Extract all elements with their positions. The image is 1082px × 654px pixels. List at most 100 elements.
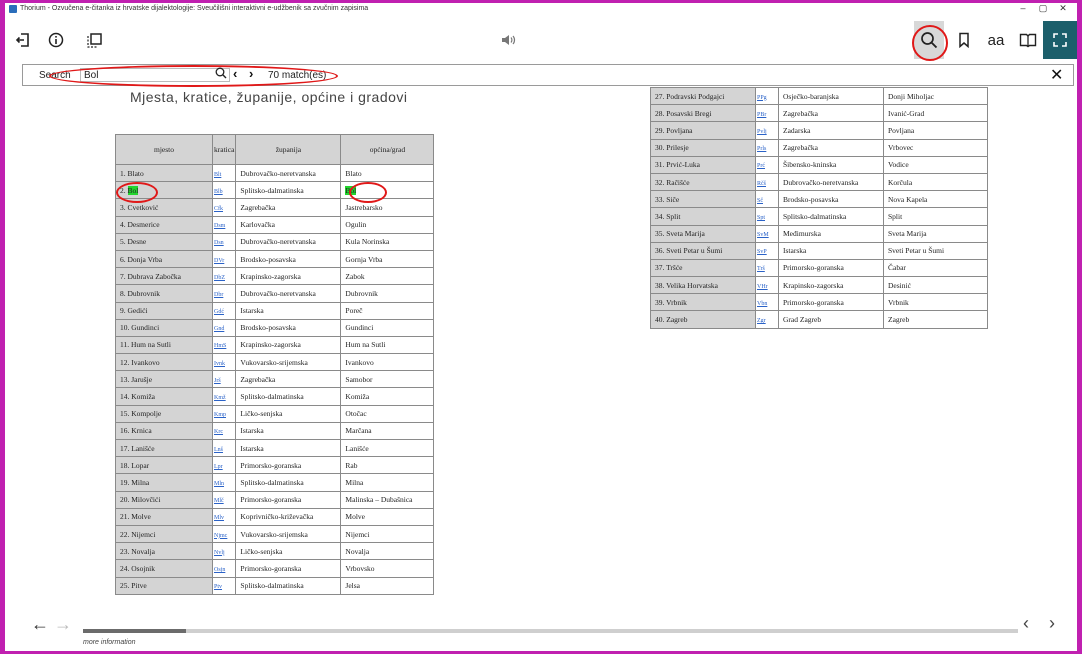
- abbreviation-link[interactable]: Jrš: [214, 378, 221, 384]
- place-cell: 34. Split: [650, 207, 756, 226]
- table-of-contents-button[interactable]: [80, 21, 110, 59]
- column-header: županija: [235, 134, 342, 165]
- county: Dubrovačko-neretvanska: [240, 168, 316, 178]
- table-row: 32. Račišće Rčš Dubrovačko-neretvanska Korč…: [650, 172, 988, 192]
- next-page-button[interactable]: ›: [1049, 613, 1055, 634]
- abbreviation-link[interactable]: SvP: [757, 249, 767, 255]
- abbreviation-link[interactable]: Njmc: [214, 533, 227, 539]
- municipality-cell: Vrbnik: [883, 293, 988, 312]
- maximize-button[interactable]: ▢: [1033, 3, 1053, 14]
- county: Primorsko-goranska: [783, 297, 844, 307]
- county: Grad Zagreb: [783, 315, 822, 325]
- table-row: 33. Siče Sč Brodsko-posavska Nova Kapela: [650, 190, 988, 209]
- municipality-cell: Novalja: [340, 542, 435, 561]
- abbreviation-link[interactable]: Blb: [214, 189, 223, 195]
- county: Istarska: [240, 306, 264, 316]
- abbreviation-link[interactable]: Kmž: [214, 395, 226, 401]
- text-settings-button[interactable]: aa: [981, 21, 1011, 59]
- reading-mode-button[interactable]: [1013, 21, 1043, 59]
- abbreviation-link[interactable]: Blt: [214, 172, 221, 178]
- abbreviation-link[interactable]: PPg: [757, 95, 767, 101]
- abbreviation-link[interactable]: Krc: [214, 429, 223, 435]
- abbreviation-link[interactable]: Nvlj: [214, 550, 225, 556]
- history-back-button[interactable]: ←: [31, 614, 49, 635]
- abbreviation-link[interactable]: Rčš: [757, 181, 766, 187]
- more-information-link[interactable]: more information: [83, 639, 136, 646]
- bookmark-button[interactable]: [949, 21, 979, 59]
- previous-page-button[interactable]: ‹: [1023, 613, 1029, 634]
- place-name: 19. Milna: [120, 477, 150, 487]
- reading-progress-bar[interactable]: [83, 629, 1018, 633]
- county: Vukovarsko-srijemska: [240, 357, 308, 367]
- municipality-cell: Samobor: [340, 370, 435, 389]
- abbreviation-link[interactable]: Kmp: [214, 412, 226, 418]
- municipality: Donji Miholjac: [888, 91, 935, 101]
- place-cell: 20. Milovčići: [115, 490, 213, 509]
- abbreviation-link[interactable]: Dsn: [214, 240, 224, 246]
- abbreviation-cell: Mln: [211, 473, 237, 492]
- county: Splitsko-dalmatinska: [240, 581, 304, 591]
- abbreviation-link[interactable]: VHr: [757, 284, 768, 290]
- abbreviation-link[interactable]: Gdć: [214, 309, 224, 315]
- abbreviation-link[interactable]: Trš: [757, 266, 765, 272]
- abbreviation-link[interactable]: SvM: [757, 232, 769, 238]
- table-row: 29. Povljana Pvlj Zadarska Povljana: [650, 121, 988, 140]
- abbreviation-link[interactable]: Osjn: [214, 567, 225, 573]
- column-header: mjesto: [115, 134, 213, 165]
- place-name: 22. Nijemci: [120, 529, 156, 539]
- municipality: Vrbovsko: [345, 563, 375, 573]
- municipality-cell: Ogulin: [340, 215, 435, 234]
- abbreviation-link[interactable]: Pvlj: [757, 129, 767, 135]
- abbreviation-link[interactable]: Gnd: [214, 326, 224, 332]
- abbreviation-link[interactable]: PBr: [757, 112, 766, 118]
- fullscreen-button[interactable]: [1043, 21, 1077, 59]
- abbreviation-link[interactable]: Mlv: [214, 515, 224, 521]
- place-cell: 24. Osojnik: [115, 559, 213, 578]
- abbreviation-link[interactable]: Ivnk: [214, 361, 225, 367]
- county-cell: Primorsko-goranska: [235, 559, 342, 578]
- municipality: Samobor: [345, 374, 373, 384]
- table-row: 12. Ivankovo Ivnk Vukovarsko-srijemska Ivan…: [115, 353, 435, 372]
- municipality-cell: Hum na Sutli: [340, 335, 435, 355]
- place-name: 35. Sveta Marija: [655, 229, 705, 239]
- table-row: 31. Prvić-Luka Prć Šibensko-kninska Vodice: [650, 155, 988, 174]
- abbreviation-link[interactable]: Mln: [214, 481, 224, 487]
- county-cell: Brodsko-posavska: [235, 318, 342, 337]
- abbreviation-link[interactable]: Lpr: [214, 464, 223, 470]
- abbreviation-link[interactable]: Dsm: [214, 223, 225, 229]
- place-cell: 22. Nijemci: [115, 524, 213, 544]
- abbreviation-link[interactable]: Prć: [757, 163, 765, 169]
- close-window-button[interactable]: ✕: [1053, 3, 1073, 14]
- abbreviation-link[interactable]: Ptv: [214, 584, 222, 590]
- abbreviation-link[interactable]: Dbr: [214, 292, 223, 298]
- abbreviation-link[interactable]: Cfk: [214, 206, 223, 212]
- close-search-button[interactable]: ✕: [1050, 65, 1063, 85]
- abbreviation-link[interactable]: Vbn: [757, 301, 767, 307]
- audio-button[interactable]: [493, 21, 523, 59]
- abbreviation-link[interactable]: DbZ: [214, 275, 225, 281]
- abbreviation-link[interactable]: Lnš: [214, 447, 223, 453]
- county-cell: Splitsko-dalmatinska: [235, 387, 342, 406]
- abbreviation-link[interactable]: DVr: [214, 258, 224, 264]
- county-cell: Međimurska: [778, 224, 884, 243]
- history-forward-button[interactable]: →: [54, 614, 72, 635]
- municipality-cell: Povljana: [883, 121, 988, 140]
- minimize-button[interactable]: –: [1013, 3, 1033, 13]
- abbreviation-link[interactable]: Mlč: [214, 498, 224, 504]
- place-name: 40. Zagreb: [655, 315, 688, 325]
- abbreviation-cell: PPg: [755, 86, 779, 106]
- place-cell: 16. Krnica: [115, 421, 213, 441]
- back-to-library-button[interactable]: [8, 21, 38, 59]
- abbreviation-cell: SvP: [755, 241, 779, 260]
- county: Zagrebačka: [783, 143, 818, 153]
- municipality: Blato: [345, 168, 362, 178]
- abbreviation-link[interactable]: Zgr: [757, 318, 766, 324]
- info-button[interactable]: [41, 21, 71, 59]
- abbreviation-link[interactable]: Spt: [757, 215, 765, 221]
- municipality-cell: Čabar: [883, 258, 988, 278]
- abbreviation-link[interactable]: Prls: [757, 146, 766, 152]
- abbreviation-link[interactable]: HmS: [214, 343, 226, 349]
- abbreviation-link[interactable]: Sč: [757, 198, 763, 204]
- table-row: 1. Blato Blt Dubrovačko-neretvanska Blato: [115, 163, 435, 183]
- place-name: 5. Desne: [120, 237, 147, 247]
